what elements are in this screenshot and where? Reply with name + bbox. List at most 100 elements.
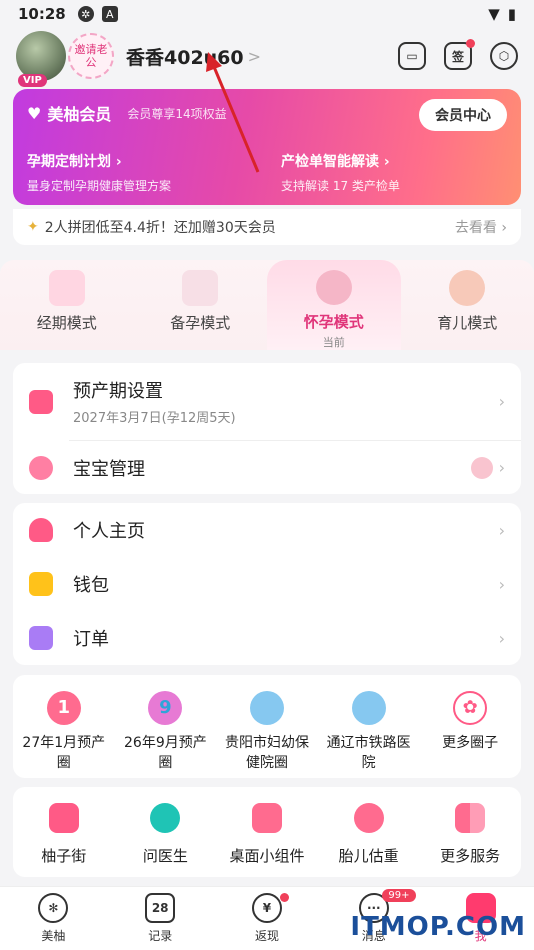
vip-feature-title: 孕期定制计划 (27, 154, 111, 170)
chevron-right-icon: › (498, 574, 505, 594)
circle-item[interactable]: 1 27年1月预产 圈 (16, 691, 112, 773)
account-menu: 个人主页 › 钱包 › 订单 › (13, 503, 521, 665)
mode-period[interactable]: 经期模式 (0, 260, 134, 350)
circle-label-line1: 26年9月预产 (124, 735, 207, 751)
unread-badge: 99+ (382, 889, 416, 902)
gift-label: 签 (451, 49, 464, 64)
baby-icon (29, 455, 53, 480)
wifi-icon: ▼ (488, 5, 500, 23)
service-item[interactable]: 柚子街 (16, 803, 112, 866)
circle-label-line1: 更多圈子 (442, 735, 499, 751)
chevron-right-icon: › (498, 392, 505, 411)
avatar[interactable]: VIP (16, 31, 66, 87)
tab-cashback[interactable]: ¥ 返现 (214, 887, 321, 950)
menu-item-label: 钱包 (73, 575, 109, 596)
baby-management-row[interactable]: 宝宝管理 › (13, 441, 521, 494)
settings-icon[interactable]: ⬡ (490, 42, 518, 70)
mode-parenting[interactable]: 育儿模式 (401, 260, 534, 350)
service-label: 胎儿估重 (338, 847, 399, 865)
menu-item-orders[interactable]: 订单 › (13, 611, 521, 665)
service-item[interactable]: 桌面小组件 (219, 803, 315, 866)
circle-item[interactable]: 贵阳市妇幼保 健院圈 (219, 691, 315, 773)
a-notification-icon: A (101, 6, 118, 22)
calendar-icon: 28 (145, 893, 176, 923)
vip-feature-title: 产检单智能解读 (281, 154, 379, 170)
chevron-right-icon: > (247, 46, 262, 66)
scan-icon[interactable]: ▭ (398, 42, 426, 70)
circle-label-line2: 圈 (158, 755, 173, 771)
shopping-bag-icon (48, 803, 79, 833)
battery-icon: ▮ (507, 5, 516, 23)
mode-label: 怀孕模式 (303, 313, 364, 331)
status-time: 10:28 (18, 5, 66, 23)
chevron-right-icon: › (383, 154, 390, 170)
status-bar: 10:28 ✲ A ▼ ▮ (0, 0, 534, 28)
meiyou-icon: ✻ (38, 893, 69, 923)
person-icon (29, 518, 53, 542)
service-label: 桌面小组件 (229, 847, 305, 865)
yuan-icon: ¥ (251, 893, 282, 923)
promo-action-label: 去看看 (454, 220, 497, 236)
menu-item-label: 个人主页 (73, 521, 145, 542)
due-date-icon (29, 389, 53, 414)
vip-badge: VIP (18, 74, 47, 87)
menu-item-profile[interactable]: 个人主页 › (13, 503, 521, 557)
wallet-icon (29, 572, 53, 596)
mother-baby-icon (449, 270, 486, 306)
hospital-icon (351, 691, 386, 725)
promo-go-link[interactable]: 去看看 › (455, 217, 507, 237)
tab-meiyou[interactable]: ✻ 美柚 (0, 887, 107, 950)
circle-item[interactable]: 9 26年9月预产 圈 (117, 691, 213, 773)
hospital-icon (249, 691, 284, 725)
party-icon: ✦ (27, 219, 39, 235)
circle-item[interactable]: 通辽市铁路医 院 (321, 691, 417, 773)
vip-subtitle: 会员尊享14项权益 (127, 106, 227, 121)
tab-record[interactable]: 28 记录 (107, 887, 214, 950)
promo-text: 2人拼团低至4.4折！还加赠30天会员 (44, 220, 276, 236)
more-services-icon (455, 803, 486, 833)
vip-feature-report[interactable]: 产检单智能解读 › 支持解读 17 类产检单 (281, 151, 400, 194)
due-date-value: 2027年3月7日(孕12周5天) (73, 411, 236, 426)
notification-dot (466, 39, 475, 48)
mode-label: 育儿模式 (437, 314, 498, 332)
circle-label-line1: 27年1月预产 (22, 735, 106, 751)
pregnant-woman-icon (315, 270, 352, 305)
username[interactable]: 香香402u60 (126, 43, 244, 70)
circle-9-icon: 9 (148, 691, 183, 725)
group-buy-promo[interactable]: ✦ 2人拼团低至4.4折！还加赠30天会员 去看看 › (13, 209, 521, 245)
mode-switcher: 经期模式 备孕模式 怀孕模式 当前 育儿模式 (0, 260, 534, 350)
diamond-heart-icon: ♥ (27, 103, 42, 123)
service-label: 柚子街 (41, 847, 87, 865)
chevron-right-icon: › (498, 458, 505, 477)
due-date-row[interactable]: 预产期设置 2027年3月7日(孕12周5天) › (13, 363, 521, 440)
more-circles-icon: ✿ (453, 691, 488, 725)
mode-pregnant[interactable]: 怀孕模式 当前 (267, 260, 401, 350)
service-item[interactable]: 胎儿估重 (321, 803, 417, 866)
invite-husband-button[interactable]: 邀请老公 (68, 33, 114, 79)
service-item[interactable]: 问医生 (117, 803, 213, 866)
mode-label: 经期模式 (36, 314, 97, 332)
chevron-right-icon: › (498, 520, 505, 540)
menu-item-wallet[interactable]: 钱包 › (13, 557, 521, 611)
vip-feature-desc: 量身定制孕期健康管理方案 (27, 179, 172, 193)
circle-item[interactable]: ✿ 更多圈子 (422, 691, 518, 773)
mode-label: 备孕模式 (170, 314, 231, 332)
profile-header: VIP 邀请老公 香香402u60 > ▭ 签 ⬡ (0, 28, 534, 87)
service-item[interactable]: 更多服务 (422, 803, 518, 866)
tab-label: 美柚 (41, 929, 66, 943)
order-icon (29, 626, 53, 650)
mode-prepare[interactable]: 备孕模式 (134, 260, 268, 350)
gift-icon[interactable]: 签 (444, 39, 475, 70)
circles-card: 1 27年1月预产 圈 9 26年9月预产 圈 贵阳市妇幼保 健院圈 通辽市铁路… (13, 675, 521, 778)
vip-card[interactable]: ♥ 美柚会员 会员尊享14项权益 会员中心 孕期定制计划 › 量身定制孕期健康管… (13, 89, 521, 205)
chevron-right-icon: › (498, 628, 505, 648)
circle-label-line1: 通辽市铁路医 (326, 735, 411, 751)
calendar-icon (48, 270, 85, 306)
menu-item-label: 订单 (73, 629, 109, 650)
vip-feature-plan[interactable]: 孕期定制计划 › 量身定制孕期健康管理方案 (27, 151, 171, 194)
chevron-right-icon: › (115, 154, 122, 170)
member-center-button[interactable]: 会员中心 (419, 99, 507, 131)
services-card: 柚子街 问医生 桌面小组件 胎儿估重 更多服务 (13, 787, 521, 877)
fetus-icon (353, 803, 384, 833)
mode-current-label: 当前 (322, 336, 345, 349)
